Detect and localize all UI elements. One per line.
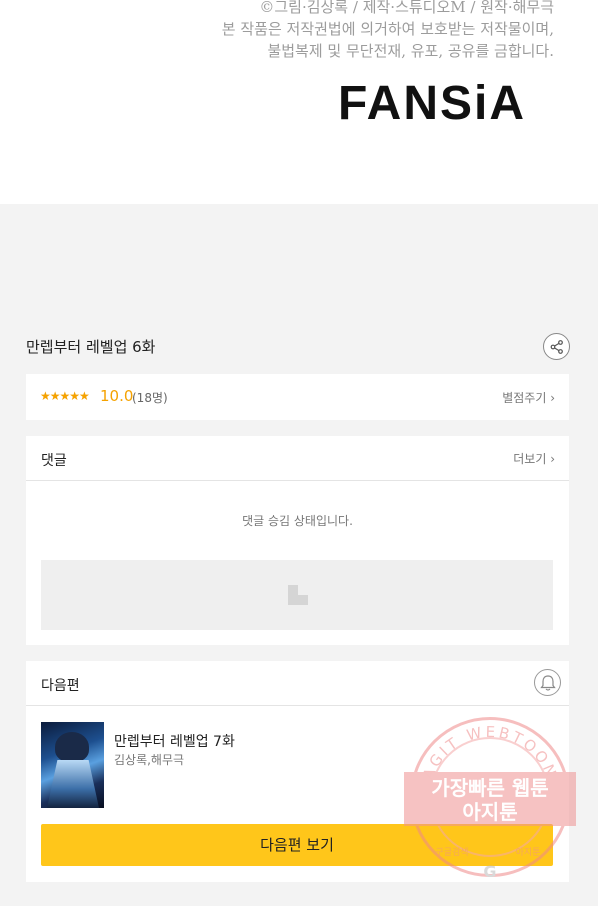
notification-button[interactable] xyxy=(534,669,561,696)
copyright-line: 불법복제 및 무단전재, 유포, 공유를 금합니다. xyxy=(267,42,554,60)
next-episode-title[interactable]: 만렙부터 레벨업 7화 xyxy=(114,731,235,751)
comments-section: 댓글 더보기 › 댓글 승김 상태입니다. xyxy=(26,436,569,645)
episode-end-banner: ©그림·김상록 / 제작·스튜디오M / 원작·해무극 본 작품은 저작권법에 … xyxy=(0,0,598,204)
share-icon xyxy=(550,340,563,354)
rating-count: (18명) xyxy=(132,391,168,405)
next-episode-button[interactable]: 다음편 보기 xyxy=(41,824,553,866)
fansia-logo: FANSiA xyxy=(338,77,527,130)
next-episode-author: 김상록,해무극 xyxy=(114,753,185,767)
rate-button[interactable]: 별점주기 › xyxy=(502,389,555,406)
comments-more-link[interactable]: 더보기 › xyxy=(513,450,555,467)
episode-title: 만렙부터 레벨업 6화 xyxy=(26,338,156,356)
next-episode-section-title: 다음편 xyxy=(41,678,80,694)
rating-stars: ★★★★★ xyxy=(40,389,90,403)
next-episode-header: 다음편 xyxy=(26,661,569,706)
next-episode-thumbnail[interactable] xyxy=(41,722,104,808)
comments-approval-message: 댓글 승김 상태입니다. xyxy=(242,514,353,528)
ad-placeholder[interactable] xyxy=(41,560,553,630)
bell-icon xyxy=(540,675,556,691)
copyright-line: 본 작품은 저작권법에 의거하여 보호받는 저작물이며, xyxy=(221,20,554,38)
rating-card: ★★★★★ 10.0 (18명) 별점주기 › xyxy=(26,374,569,420)
copyright-notice: ©그림·김상록 / 제작·스튜디오M / 원작·해무극 본 작품은 저작권법에 … xyxy=(222,0,554,62)
copyright-line: ©그림·김상록 / 제작·스튜디오M / 원작·해무극 xyxy=(259,0,554,16)
ad-placeholder-icon xyxy=(288,585,308,605)
comments-title: 댓글 xyxy=(41,453,67,469)
comments-header: 댓글 더보기 › xyxy=(26,436,569,481)
episode-title-row: 만렙부터 레벨업 6화 xyxy=(26,332,572,362)
next-episode-section: 다음편 만렙부터 레벨업 7화 김상록,해무극 다음편 보기 xyxy=(26,661,569,882)
rating-score: 10.0 xyxy=(100,387,134,405)
share-button[interactable] xyxy=(543,333,570,360)
